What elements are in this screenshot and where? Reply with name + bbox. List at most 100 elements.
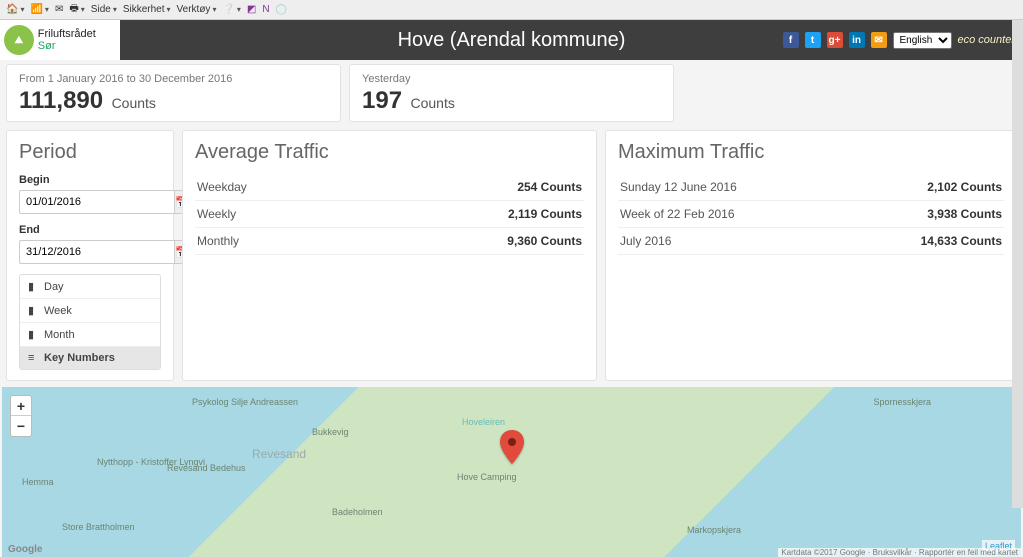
addon2-icon[interactable]: N: [262, 4, 269, 15]
stat-range-label: From 1 January 2016 to 30 December 2016: [19, 73, 328, 85]
max-table: Sunday 12 June 20162,102 Counts Week of …: [618, 174, 1004, 255]
map-label: Spornesskjera: [873, 397, 931, 407]
twitter-icon[interactable]: t: [805, 32, 821, 48]
max-title: Maximum Traffic: [618, 141, 1004, 164]
home-icon[interactable]: 🏠▾: [6, 4, 24, 15]
begin-label: Begin: [19, 174, 161, 186]
bar-chart-icon: ▮: [28, 280, 38, 293]
avg-weekday-value: 254 Counts: [353, 174, 584, 201]
avg-table: Weekday254 Counts Weekly2,119 Counts Mon…: [195, 174, 584, 255]
map-label: Store Brattholmen: [62, 522, 135, 532]
googleplus-icon[interactable]: g+: [827, 32, 843, 48]
stats-row: From 1 January 2016 to 30 December 2016 …: [0, 60, 1023, 122]
view-key-label: Key Numbers: [44, 352, 115, 364]
stat-total-unit: Counts: [112, 95, 156, 111]
view-key-numbers[interactable]: ≡ Key Numbers: [20, 347, 160, 369]
map-label: Badeholmen: [332, 507, 383, 517]
scrollbar[interactable]: [1012, 20, 1023, 508]
header-right: f t g+ in ✉ English eco counter: [783, 32, 1023, 49]
linkedin-icon[interactable]: in: [849, 32, 865, 48]
app-header: ⛰ Friluftsrådet Sør Hove (Arendal kommun…: [0, 20, 1023, 60]
menu-verktoy-label: Verktøy: [177, 4, 211, 15]
map-label: Hoveleiren: [462, 417, 505, 427]
table-row: Weekly2,119 Counts: [195, 201, 584, 228]
help-icon[interactable]: ❔▾: [222, 4, 240, 15]
page-title: Hove (Arendal kommune): [398, 29, 626, 52]
map-attribution: Kartdata ©2017 Google · Bruksvilkår · Ra…: [778, 548, 1021, 557]
map-label: Revesand: [252, 447, 306, 461]
max-day-label: Sunday 12 June 2016: [618, 174, 844, 201]
zoom-out-button[interactable]: −: [11, 416, 31, 436]
end-input[interactable]: [19, 240, 174, 264]
average-traffic-panel: Average Traffic Weekday254 Counts Weekly…: [182, 130, 597, 381]
menu-sikkerhet[interactable]: Sikkerhet▾: [123, 4, 171, 15]
addon3-icon[interactable]: ◯: [276, 4, 287, 15]
bar-chart-icon: ▮: [28, 304, 38, 317]
eco-counter-logo: eco counter: [958, 34, 1015, 46]
brand-logo[interactable]: ⛰ Friluftsrådet Sør: [0, 20, 120, 60]
zoom-in-button[interactable]: +: [11, 396, 31, 416]
brand-text: Friluftsrådet Sør: [38, 28, 116, 52]
max-month-label: July 2016: [618, 228, 844, 255]
period-panel: Period Begin 📅 End 📅 ▮Day ▮Week ▮Month ≡…: [6, 130, 174, 381]
max-week-value: 3,938 Counts: [844, 201, 1004, 228]
stat-yesterday-unit: Counts: [411, 95, 455, 111]
stat-yesterday: Yesterday 197 Counts: [349, 64, 674, 122]
stat-total-value: 111,890: [19, 87, 103, 115]
view-month[interactable]: ▮ Month: [20, 323, 160, 347]
menu-side[interactable]: Side▾: [91, 4, 117, 15]
avg-monthly-value: 9,360 Counts: [353, 228, 584, 255]
max-day-value: 2,102 Counts: [844, 174, 1004, 201]
stat-yesterday-label: Yesterday: [362, 73, 661, 85]
view-week[interactable]: ▮ Week: [20, 299, 160, 323]
view-day[interactable]: ▮ Day: [20, 275, 160, 299]
map-marker-icon[interactable]: [500, 430, 524, 469]
map-zoom-controls: + −: [10, 395, 32, 437]
brand-suf: Sør: [38, 40, 56, 52]
period-title: Period: [19, 141, 161, 164]
map-label: Hemma: [22, 477, 54, 487]
stat-yesterday-value: 197: [362, 87, 402, 115]
email-icon[interactable]: ✉: [871, 32, 887, 48]
language-select[interactable]: English: [893, 32, 952, 49]
menu-side-label: Side: [91, 4, 111, 15]
table-row: Week of 22 Feb 20163,938 Counts: [618, 201, 1004, 228]
view-week-label: Week: [44, 305, 72, 317]
end-group: End 📅: [19, 224, 161, 264]
view-list: ▮ Day ▮ Week ▮ Month ≡ Key Numbers: [19, 274, 161, 370]
map-label: Markopskjera: [687, 525, 741, 535]
mail-icon[interactable]: ✉: [55, 4, 63, 15]
logo-icon: ⛰: [4, 25, 34, 55]
list-icon: ≡: [28, 352, 38, 364]
google-logo: Google: [8, 544, 42, 555]
max-week-label: Week of 22 Feb 2016: [618, 201, 844, 228]
avg-monthly-label: Monthly: [195, 228, 353, 255]
facebook-icon[interactable]: f: [783, 32, 799, 48]
avg-title: Average Traffic: [195, 141, 584, 164]
view-day-label: Day: [44, 281, 64, 293]
begin-input[interactable]: [19, 190, 174, 214]
max-month-value: 14,633 Counts: [844, 228, 1004, 255]
map-label: Hove Camping: [457, 472, 517, 482]
table-row: Weekday254 Counts: [195, 174, 584, 201]
panels-row: Period Begin 📅 End 📅 ▮Day ▮Week ▮Month ≡…: [0, 122, 1023, 387]
avg-weekday-label: Weekday: [195, 174, 353, 201]
stat-total: From 1 January 2016 to 30 December 2016 …: [6, 64, 341, 122]
browser-toolbar: 🏠▾ 📶▾ ✉ 🖶▾ Side▾ Sikkerhet▾ Verktøy▾ ❔▾ …: [0, 0, 1023, 20]
table-row: Sunday 12 June 20162,102 Counts: [618, 174, 1004, 201]
bar-chart-icon: ▮: [28, 328, 38, 341]
brand-pre: Friluftsrådet: [38, 28, 96, 40]
map-label: Revesand Bedehus: [167, 463, 246, 473]
menu-sikkerhet-label: Sikkerhet: [123, 4, 165, 15]
menu-verktoy[interactable]: Verktøy▾: [177, 4, 217, 15]
end-label: End: [19, 224, 161, 236]
table-row: Monthly9,360 Counts: [195, 228, 584, 255]
view-month-label: Month: [44, 329, 75, 341]
avg-weekly-label: Weekly: [195, 201, 353, 228]
addon1-icon[interactable]: ◩: [247, 4, 256, 15]
print-icon[interactable]: 🖶▾: [69, 1, 84, 18]
avg-weekly-value: 2,119 Counts: [353, 201, 584, 228]
map[interactable]: + − Psykolog Silje Andreassen Bukkevig R…: [2, 387, 1021, 557]
maximum-traffic-panel: Maximum Traffic Sunday 12 June 20162,102…: [605, 130, 1017, 381]
feed-icon[interactable]: 📶▾: [30, 4, 48, 15]
